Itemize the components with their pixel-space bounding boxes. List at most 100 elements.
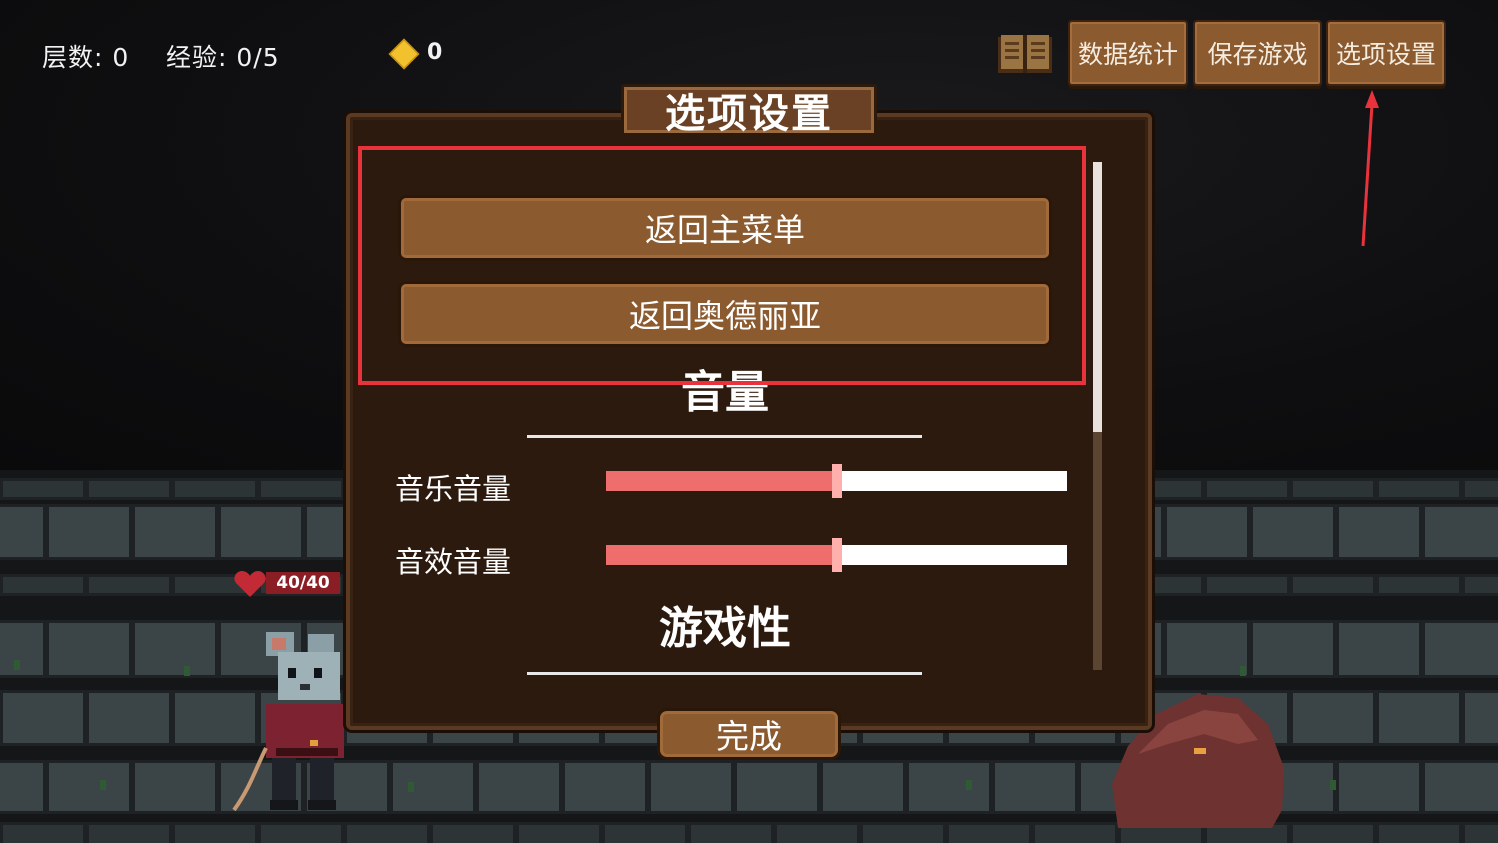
wall-brick: [906, 760, 992, 814]
wall-brick: [476, 760, 562, 814]
wall-brick: [1290, 478, 1376, 500]
stats-button[interactable]: 数据统计: [1068, 20, 1188, 86]
wall-brick: [132, 620, 218, 678]
floor-label: 层数:: [42, 43, 104, 72]
wall-brick: [1290, 822, 1376, 843]
wall-brick: [1290, 574, 1376, 596]
annotation-highlight-box: [358, 146, 1086, 385]
wall-brick: [390, 760, 476, 814]
wall-brick: [46, 620, 132, 678]
wall-brick: [1376, 822, 1462, 843]
wall-brick: [344, 822, 430, 843]
sfx-volume-label: 音效音量: [395, 545, 512, 579]
wall-brick: [562, 760, 648, 814]
wall-brick: [602, 822, 688, 843]
wall-moss: [184, 666, 190, 676]
wall-brick: [132, 504, 218, 560]
wall-brick: [0, 478, 86, 500]
wall-brick: [688, 822, 774, 843]
wall-brick: [430, 822, 516, 843]
player-mouse: [232, 632, 344, 812]
wall-brick: [1462, 690, 1498, 746]
volume-divider: [527, 435, 922, 438]
wall-brick: [172, 822, 258, 843]
wall-brick: [860, 822, 946, 843]
book-icon[interactable]: [996, 33, 1054, 75]
music-volume-slider[interactable]: [606, 464, 1067, 498]
wall-brick: [0, 574, 86, 596]
wall-brick: [1376, 574, 1462, 596]
wall-brick: [734, 760, 820, 814]
wall-brick: [1250, 620, 1336, 678]
wall-brick: [132, 760, 218, 814]
player-hp: 40/40: [266, 572, 340, 594]
wall-brick: [46, 760, 132, 814]
wall-brick: [1462, 822, 1498, 843]
options-button[interactable]: 选项设置: [1326, 20, 1446, 86]
wall-brick: [1032, 822, 1118, 843]
dialog-title: 选项设置: [621, 84, 877, 137]
wall-moss: [408, 782, 414, 792]
wall-brick: [86, 574, 172, 596]
wall-brick: [992, 760, 1078, 814]
wall-brick: [820, 760, 906, 814]
wall-brick: [1422, 760, 1498, 814]
wall-brick: [1250, 504, 1336, 560]
wall-brick: [0, 620, 46, 678]
music-volume-label: 音乐音量: [395, 472, 512, 506]
save-game-button[interactable]: 保存游戏: [1193, 20, 1322, 86]
wall-moss: [1240, 666, 1246, 676]
wall-brick: [516, 822, 602, 843]
wall-brick: [0, 760, 46, 814]
floor-counter: 层数: 0: [42, 38, 129, 74]
wall-brick: [648, 760, 734, 814]
wall-brick: [46, 504, 132, 560]
wall-brick: [1290, 690, 1376, 746]
floor-value: 0: [112, 43, 130, 72]
music-volume-knob[interactable]: [832, 464, 842, 498]
wall-moss: [100, 780, 106, 790]
wall-brick: [218, 504, 304, 560]
wall-brick: [86, 690, 172, 746]
wall-brick: [0, 822, 86, 843]
wall-brick: [1422, 620, 1498, 678]
wall-brick: [1164, 620, 1250, 678]
sfx-volume-slider[interactable]: [606, 538, 1067, 572]
wall-brick: [774, 822, 860, 843]
wall-brick: [86, 478, 172, 500]
sfx-volume-fill: [606, 545, 837, 565]
wall-brick: [1422, 504, 1498, 560]
wall-brick: [0, 690, 86, 746]
heart-icon: [234, 571, 266, 597]
wall-brick: [258, 478, 344, 500]
wall-brick: [1376, 690, 1462, 746]
gameplay-divider: [527, 672, 922, 675]
wall-brick: [258, 822, 344, 843]
wall-brick: [1336, 760, 1422, 814]
wall-brick: [1204, 478, 1290, 500]
wall-moss: [14, 660, 20, 670]
exp-label: 经验:: [166, 43, 228, 72]
wall-moss: [1330, 780, 1336, 790]
coin-count: 0: [427, 40, 444, 65]
gameplay-header: 游戏性: [659, 603, 791, 654]
wall-brick: [1204, 574, 1290, 596]
wall-brick: [1336, 620, 1422, 678]
exp-value: 0/5: [236, 43, 280, 72]
music-volume-fill: [606, 471, 837, 491]
wall-brick: [172, 478, 258, 500]
done-button[interactable]: 完成: [657, 708, 841, 760]
wall-brick: [1164, 504, 1250, 560]
wall-brick: [1336, 504, 1422, 560]
wall-moss: [966, 780, 972, 790]
wall-brick: [86, 822, 172, 843]
wall-brick: [946, 822, 1032, 843]
annotation-arrow: [1361, 90, 1379, 247]
scrollbar-thumb[interactable]: [1093, 162, 1102, 432]
exp-counter: 经验: 0/5: [166, 38, 280, 74]
wall-brick: [1376, 478, 1462, 500]
wall-brick: [1462, 478, 1498, 500]
dialog-scrollbar[interactable]: [1093, 162, 1102, 670]
sfx-volume-knob[interactable]: [832, 538, 842, 572]
wall-brick: [1462, 574, 1498, 596]
